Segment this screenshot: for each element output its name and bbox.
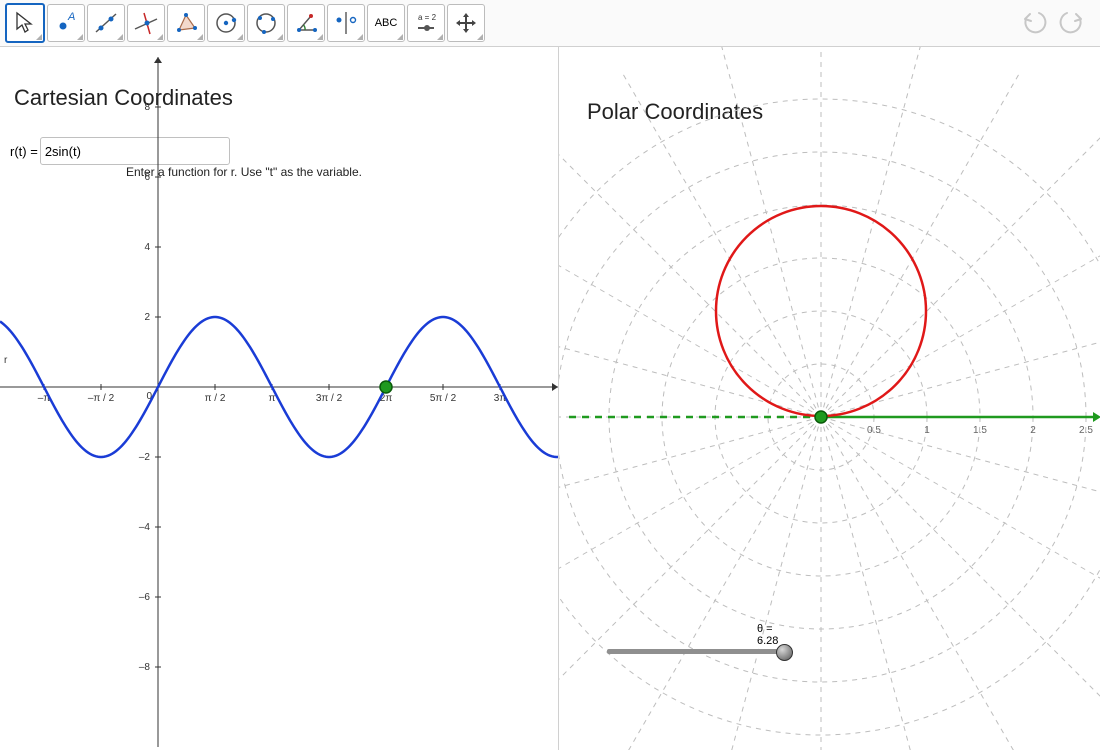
svg-text:6: 6: [144, 172, 150, 183]
svg-text:–4: –4: [139, 522, 151, 533]
tool-circle[interactable]: [207, 4, 245, 42]
tool-angle[interactable]: [287, 4, 325, 42]
tool-circle3[interactable]: [247, 4, 285, 42]
svg-text:2.5: 2.5: [1079, 425, 1093, 436]
polar-pane: Polar Coordinates 0.511.522.5 θ = 6.28: [559, 47, 1100, 750]
svg-text:–π / 2: –π / 2: [88, 393, 115, 404]
svg-text:0.5: 0.5: [867, 425, 881, 436]
svg-text:3π / 2: 3π / 2: [316, 393, 343, 404]
slider-track[interactable]: [607, 649, 787, 654]
toolbar-right: [1018, 4, 1088, 38]
svg-text:–2: –2: [139, 452, 151, 463]
svg-text:2: 2: [144, 312, 150, 323]
tool-slider[interactable]: a = 2: [407, 4, 445, 42]
tool-line[interactable]: [87, 4, 125, 42]
theta-slider[interactable]: θ = 6.28: [607, 623, 787, 654]
slider-thumb[interactable]: [776, 644, 793, 661]
svg-text:π: π: [269, 393, 276, 404]
svg-text:8: 8: [144, 102, 150, 113]
svg-text:A: A: [67, 11, 75, 23]
tool-text-label: ABC: [375, 17, 398, 29]
tool-perpendicular[interactable]: [127, 4, 165, 42]
tool-polygon[interactable]: [167, 4, 205, 42]
cartesian-plot[interactable]: 8642–2–4–6–8 –π–π / 2π / 2π3π / 22π5π / …: [0, 47, 558, 750]
svg-text:a = 2: a = 2: [418, 13, 437, 22]
svg-text:2: 2: [1030, 425, 1036, 436]
svg-text:1.5: 1.5: [973, 425, 987, 436]
tool-pointer[interactable]: [5, 3, 45, 43]
y-axis-label: r: [4, 355, 8, 366]
redo-button[interactable]: [1054, 4, 1088, 38]
toolbar: A ABC a = 2: [0, 0, 1100, 47]
svg-text:π / 2: π / 2: [205, 393, 226, 404]
tool-text[interactable]: ABC: [367, 4, 405, 42]
cartesian-pane: Cartesian Coordinates r(t) = Enter a fun…: [0, 47, 559, 750]
svg-text:–6: –6: [139, 592, 151, 603]
tool-reflect[interactable]: [327, 4, 365, 42]
svg-text:4: 4: [144, 242, 150, 253]
tool-move-view[interactable]: [447, 4, 485, 42]
undo-button[interactable]: [1018, 4, 1052, 38]
svg-text:–8: –8: [139, 662, 151, 673]
svg-text:1: 1: [924, 425, 930, 436]
tool-point[interactable]: A: [47, 4, 85, 42]
svg-text:5π / 2: 5π / 2: [430, 393, 457, 404]
